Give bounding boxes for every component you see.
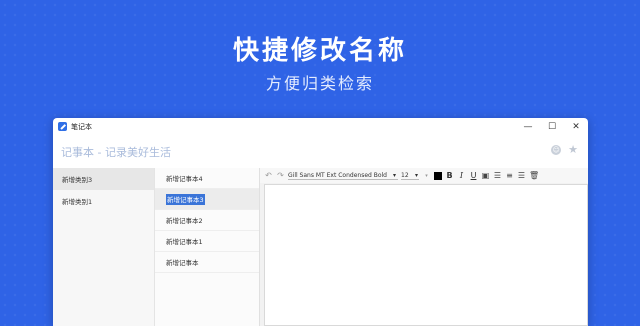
undo-icon[interactable]: ↶ bbox=[264, 171, 273, 180]
note-item[interactable]: 新增记事本 bbox=[155, 252, 259, 273]
font-size-value: 12 bbox=[401, 171, 409, 179]
font-family-select[interactable]: Gill Sans MT Ext Condensed Bold ▾ bbox=[288, 172, 398, 180]
italic-button[interactable]: I bbox=[457, 171, 466, 180]
category-item[interactable]: 新增类别3 bbox=[53, 168, 154, 190]
font-size-select[interactable]: 12 ▾ bbox=[401, 172, 419, 180]
font-family-value: Gill Sans MT Ext Condensed Bold bbox=[288, 171, 387, 179]
editor-textarea[interactable] bbox=[264, 184, 588, 326]
image-icon[interactable]: ▣ bbox=[481, 171, 490, 180]
chevron-down-icon: ▾ bbox=[414, 171, 418, 179]
redo-icon[interactable]: ↷ bbox=[276, 171, 285, 180]
maximize-button[interactable]: ☐ bbox=[540, 118, 564, 135]
page-title: 记事本 - 记录美好生活 bbox=[61, 145, 171, 159]
align-center-icon[interactable]: ≡ bbox=[505, 171, 514, 180]
app-window: 笔记本 — ☐ ✕ 记事本 - 记录美好生活 ☺ ★ 新增类别3 新增类别1 新… bbox=[53, 118, 588, 326]
smile-icon[interactable]: ☺ bbox=[551, 145, 562, 155]
minimize-button[interactable]: — bbox=[516, 118, 540, 135]
text-color-swatch[interactable] bbox=[434, 171, 442, 180]
app-title: 笔记本 bbox=[71, 122, 92, 131]
category-list: 新增类别3 新增类别1 bbox=[53, 168, 155, 326]
bold-button[interactable]: B bbox=[445, 171, 454, 180]
category-item[interactable]: 新增类别1 bbox=[53, 190, 154, 212]
note-item-editing[interactable]: 新增记事本3 bbox=[155, 189, 259, 210]
promo-subtitle: 方便归类检索 bbox=[265, 74, 374, 93]
align-right-icon[interactable]: ☰ bbox=[517, 171, 526, 180]
format-toolbar: ↶ ↷ Gill Sans MT Ext Condensed Bold ▾ 12… bbox=[260, 168, 588, 183]
note-name-input[interactable]: 新增记事本3 bbox=[166, 193, 205, 205]
note-item[interactable]: 新增记事本1 bbox=[155, 231, 259, 252]
title-bar: 笔记本 — ☐ ✕ bbox=[53, 118, 588, 135]
note-item[interactable]: 新增记事本4 bbox=[155, 168, 259, 189]
note-list: 新增记事本4 新增记事本3 新增记事本2 新增记事本1 新增记事本 bbox=[155, 168, 260, 326]
promo-title: 快捷修改名称 bbox=[232, 36, 407, 66]
trash-icon[interactable]: 🗑 bbox=[529, 171, 539, 180]
close-button[interactable]: ✕ bbox=[564, 118, 588, 135]
app-header: 记事本 - 记录美好生活 ☺ ★ bbox=[53, 135, 588, 168]
underline-button[interactable]: U bbox=[469, 171, 478, 180]
align-left-icon[interactable]: ☰ bbox=[493, 171, 502, 180]
text-color-dropdown-icon[interactable]: ▾ bbox=[422, 173, 431, 179]
chevron-down-icon: ▾ bbox=[392, 171, 396, 179]
note-item[interactable]: 新增记事本2 bbox=[155, 210, 259, 231]
star-icon[interactable]: ★ bbox=[568, 144, 578, 155]
editor-pane: ↶ ↷ Gill Sans MT Ext Condensed Bold ▾ 12… bbox=[260, 168, 588, 326]
notebook-app-icon bbox=[58, 122, 67, 131]
